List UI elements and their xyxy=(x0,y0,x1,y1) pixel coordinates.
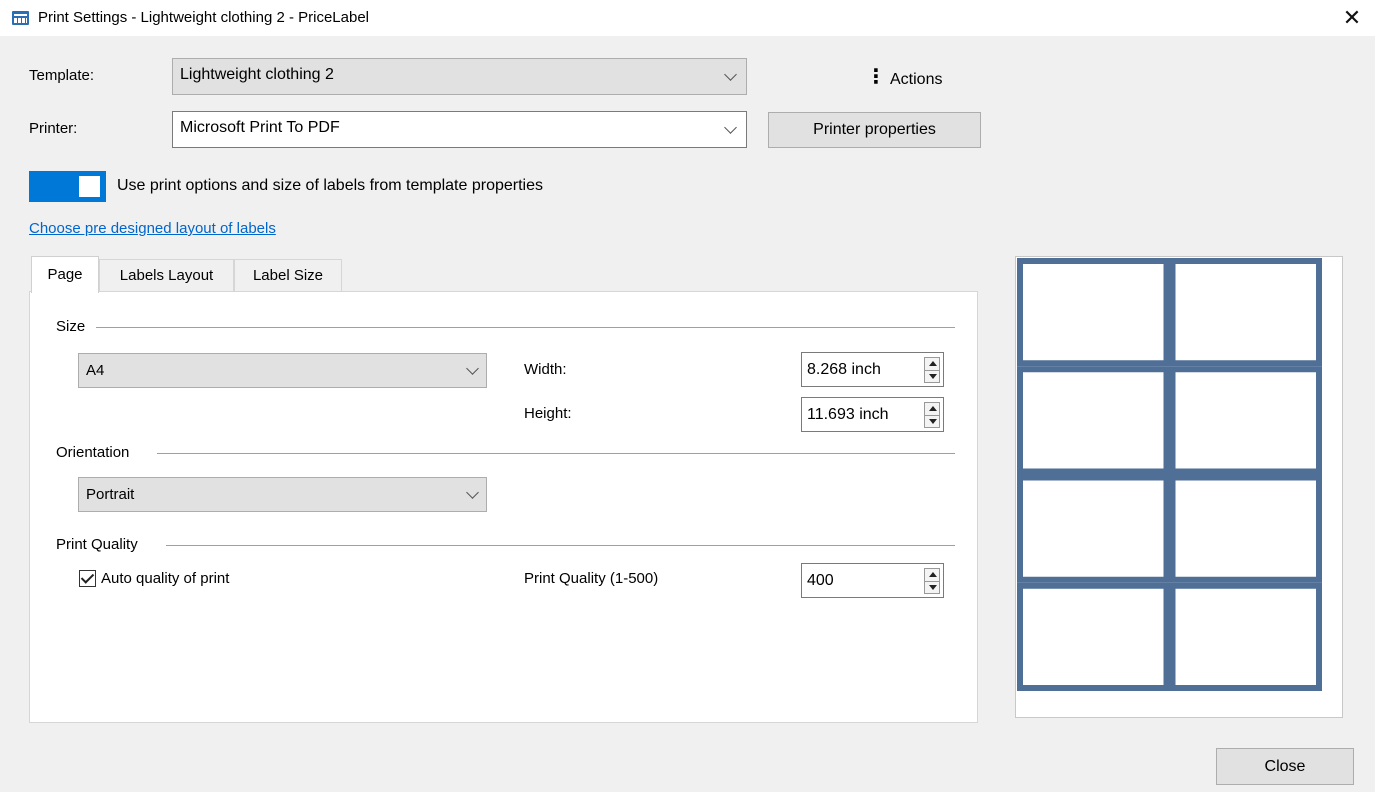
print-quality-value: 400 xyxy=(807,572,834,589)
label-app-icon xyxy=(12,11,29,25)
spin-arrows-icon[interactable] xyxy=(924,402,940,428)
size-section-divider xyxy=(96,327,955,328)
check-icon xyxy=(80,570,95,584)
height-value: 11.693 inch xyxy=(807,406,889,423)
preview-label-cell xyxy=(1017,474,1170,583)
close-window-icon[interactable]: ✕ xyxy=(1338,4,1366,32)
toggle-label: Use print options and size of labels fro… xyxy=(117,177,543,194)
preview-sheet xyxy=(1017,258,1322,691)
preview-label-cell xyxy=(1017,258,1170,367)
preview-label-cell xyxy=(1169,258,1322,367)
height-label: Height: xyxy=(524,405,572,422)
tab-label-size[interactable]: Label Size xyxy=(234,259,342,291)
window-title: Print Settings - Lightweight clothing 2 … xyxy=(38,9,370,26)
chevron-down-icon xyxy=(466,362,479,375)
kebab-menu-icon[interactable]: ⋮ xyxy=(866,66,886,88)
quality-section-divider xyxy=(166,545,955,546)
spin-arrows-icon[interactable] xyxy=(924,357,940,383)
preview-label-cell xyxy=(1169,582,1322,691)
preview-label-cell xyxy=(1017,366,1170,475)
preview-label-cell xyxy=(1169,366,1322,475)
chevron-down-icon xyxy=(466,486,479,499)
height-stepper[interactable]: 11.693 inch xyxy=(801,397,944,432)
printer-label: Printer: xyxy=(29,120,78,137)
template-label: Template: xyxy=(29,67,95,84)
tab-page[interactable]: Page xyxy=(31,256,99,293)
orientation-dropdown[interactable]: Portrait xyxy=(78,477,487,512)
printer-dropdown[interactable]: Microsoft Print To PDF xyxy=(172,111,747,148)
template-value: Lightweight clothing 2 xyxy=(180,66,334,83)
preview-label-cell xyxy=(1017,582,1170,691)
tab-labels-layout[interactable]: Labels Layout xyxy=(99,259,234,291)
print-quality-stepper[interactable]: 400 xyxy=(801,563,944,598)
toggle-knob xyxy=(79,176,100,197)
auto-quality-label[interactable]: Auto quality of print xyxy=(101,570,229,587)
auto-quality-checkbox[interactable] xyxy=(79,570,96,587)
width-label: Width: xyxy=(524,361,567,378)
chevron-down-icon xyxy=(724,121,737,134)
width-stepper[interactable]: 8.268 inch xyxy=(801,352,944,387)
chevron-down-icon xyxy=(724,68,737,81)
print-quality-label: Print Quality (1-500) xyxy=(524,570,659,587)
orientation-value: Portrait xyxy=(86,486,135,503)
close-button[interactable]: Close xyxy=(1216,748,1354,785)
size-section-title: Size xyxy=(56,318,92,335)
spin-arrows-icon[interactable] xyxy=(924,568,940,594)
template-dropdown[interactable]: Lightweight clothing 2 xyxy=(172,58,747,95)
orientation-section-title: Orientation xyxy=(56,444,136,461)
paper-size-dropdown[interactable]: A4 xyxy=(78,353,487,388)
actions-button[interactable]: Actions xyxy=(890,71,942,89)
orientation-section-divider xyxy=(157,453,955,454)
preview-label-cell xyxy=(1169,474,1322,583)
printer-properties-button[interactable]: Printer properties xyxy=(768,112,981,148)
width-value: 8.268 inch xyxy=(807,361,881,378)
printer-value: Microsoft Print To PDF xyxy=(180,119,340,136)
paper-size-value: A4 xyxy=(86,362,105,379)
quality-section-title: Print Quality xyxy=(56,536,144,553)
choose-layout-link[interactable]: Choose pre designed layout of labels xyxy=(29,220,276,237)
